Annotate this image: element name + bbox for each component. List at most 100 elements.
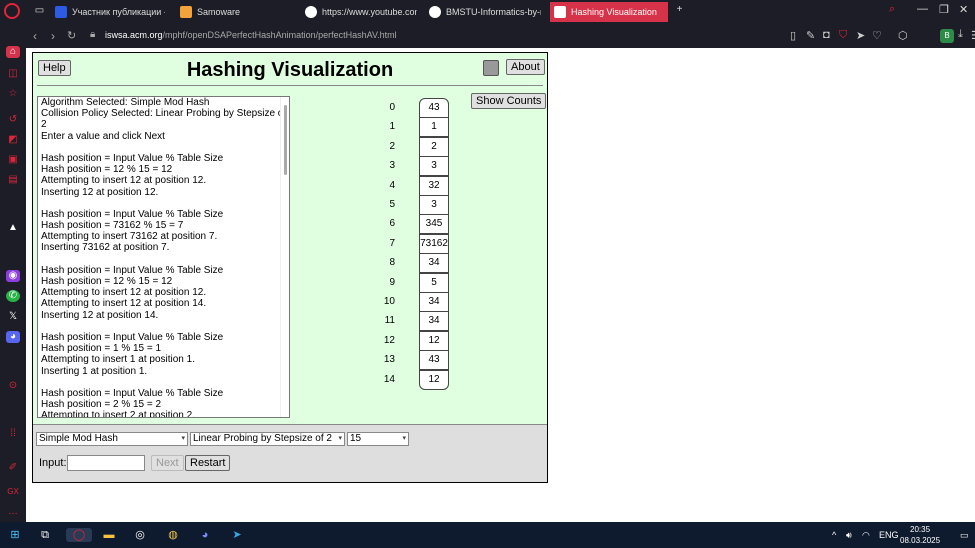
hash-index: 8 <box>389 257 395 269</box>
tab-github[interactable]: BMSTU-Informatics-by-nu <box>429 2 541 22</box>
notification-icon[interactable]: ▭ <box>960 530 969 541</box>
aria-icon[interactable]: ▲ <box>6 222 20 234</box>
discord-icon[interactable]: ◕ <box>6 331 20 343</box>
edit-icon[interactable]: ✎ <box>806 29 815 42</box>
history-icon[interactable]: ↺ <box>6 114 20 126</box>
profile-avatar[interactable]: B <box>940 29 954 43</box>
output-log-text: Algorithm Selected: Simple Mod Hash Colli… <box>41 97 287 417</box>
hash-cell: 73162 <box>419 233 449 254</box>
opera-logo-icon[interactable] <box>4 3 20 19</box>
wifi-icon[interactable]: ◠ <box>862 530 870 541</box>
send-icon[interactable]: ➤ <box>856 29 865 42</box>
log-line: Collision Policy Selected: Linear Probin… <box>41 108 287 120</box>
log-line: Hash position = Input Value % Table Size <box>41 208 224 220</box>
clock-time: 20:35 <box>910 525 931 534</box>
discord-taskbar-icon[interactable]: ◕ <box>198 528 212 542</box>
log-line: Hash position = 2 % 15 = 2 <box>41 399 162 411</box>
output-log[interactable]: Algorithm Selected: Simple Mod Hash Colli… <box>37 96 290 418</box>
next-button[interactable]: Next <box>151 455 184 471</box>
maximize-icon[interactable]: ❐ <box>939 3 949 16</box>
tab-label: BMSTU-Informatics-by-nu <box>446 7 541 17</box>
steam-icon[interactable]: ◎ <box>133 528 147 542</box>
back-icon[interactable]: ‹ <box>33 29 37 43</box>
bag-icon[interactable]: ◩ <box>6 134 20 146</box>
star-icon[interactable]: ☆ <box>6 88 20 100</box>
show-counts-button[interactable]: Show Counts <box>471 93 547 109</box>
google-favicon-icon <box>305 6 317 18</box>
tab-samoware[interactable]: Samoware <box>180 2 280 22</box>
file-explorer-icon[interactable]: ▬ <box>102 528 116 542</box>
hash-function-select[interactable]: Simple Mod Hash ▾ <box>36 432 188 446</box>
gx-icon[interactable]: GX <box>6 486 20 498</box>
hash-cell: 34 <box>419 311 449 332</box>
telegram-icon[interactable]: ➤ <box>230 528 244 542</box>
x-icon[interactable]: 𝕏 <box>6 311 20 323</box>
tab-hashing-visualization[interactable]: Hashing Visualization <box>550 2 668 22</box>
restart-button[interactable]: Restart <box>185 455 231 471</box>
more-icon[interactable]: … <box>6 506 20 518</box>
apps-icon[interactable]: ⁞⁞ <box>6 428 20 440</box>
news-icon[interactable]: ▤ <box>6 174 20 186</box>
shield-icon[interactable]: ⛉ <box>839 29 847 42</box>
download-icon[interactable]: ⤓ <box>958 28 963 41</box>
menu-icon[interactable]: ☰ <box>971 29 975 42</box>
messenger-icon[interactable]: ◉ <box>6 270 20 282</box>
gaming-icon[interactable]: ◫ <box>6 68 20 80</box>
reload-icon[interactable]: ↻ <box>67 29 76 42</box>
language-indicator[interactable]: ENG <box>879 530 899 540</box>
player-icon[interactable]: ⊙ <box>6 380 20 392</box>
log-line: Hash position = Input Value % Table Size <box>41 152 224 164</box>
twitch-icon[interactable]: ▣ <box>6 154 20 166</box>
hash-cell: 34 <box>419 253 449 274</box>
clock[interactable]: 20:35 08.03.2025 <box>900 524 940 546</box>
samoware-favicon-icon <box>180 6 192 18</box>
new-tab-button[interactable]: + <box>673 4 686 16</box>
lock-icon: 🔒︎ <box>90 29 96 40</box>
log-scrollbar[interactable] <box>280 97 289 417</box>
hash-index: 3 <box>389 160 395 172</box>
tab-youtube[interactable]: https://www.youtube.com <box>305 2 417 22</box>
collision-policy-select[interactable]: Linear Probing by Stepsize of 2 ▾ <box>190 432 345 446</box>
forward-icon[interactable]: › <box>51 29 55 43</box>
scrollbar-thumb[interactable] <box>284 105 287 175</box>
settings-square-button[interactable] <box>483 60 499 76</box>
opera-taskbar-icon[interactable]: ◯ <box>66 528 92 542</box>
log-line: Inserting 12 at position 12. <box>41 186 159 198</box>
brush-icon[interactable]: ✐ <box>6 462 20 474</box>
extensions-icon[interactable]: ⬡ <box>898 29 908 42</box>
page-title: Hashing Visualization <box>186 59 394 81</box>
task-view-icon[interactable]: ⧉ <box>38 528 52 542</box>
hash-cell: 3 <box>419 156 449 177</box>
page-favicon-icon <box>554 6 566 18</box>
url-path: /mphf/openDSAPerfectHashAnimation/perfec… <box>162 30 397 40</box>
hash-cell: 34 <box>419 292 449 312</box>
tray-chevron-icon[interactable]: ^ <box>832 530 836 540</box>
close-window-icon[interactable]: ✕ <box>959 3 968 16</box>
log-line: Hash position = 12 % 15 = 12 <box>41 276 173 287</box>
browser-tab-bar: ▭ Участник публикации - Zo Samoware http… <box>0 0 975 24</box>
chevron-down-icon: ▾ <box>338 435 342 442</box>
about-button[interactable]: About <box>506 59 545 75</box>
hash-table-row: 95 <box>389 272 449 293</box>
whatsapp-icon[interactable]: ✆ <box>6 290 20 302</box>
log-line: Hash position = Input Value % Table Size <box>41 331 224 343</box>
home-icon[interactable]: ⌂ <box>6 46 20 58</box>
heart-icon[interactable]: ♡ <box>872 29 882 42</box>
hash-index: 2 <box>389 140 395 152</box>
tab-zoom[interactable]: Участник публикации - Zo <box>55 2 165 22</box>
camera-icon[interactable]: ◘ <box>823 29 830 41</box>
reader-icon[interactable]: ▯ <box>790 29 796 42</box>
url-field[interactable]: iswsa.acm.org/mphf/openDSAPerfectHashAni… <box>105 30 397 40</box>
search-tabs-icon[interactable]: ⌕ <box>889 3 895 16</box>
table-size-select[interactable]: 15 ▾ <box>347 432 409 446</box>
hash-table-row: 8 34 <box>389 253 449 274</box>
minimize-icon[interactable]: — <box>917 3 928 15</box>
tab-islands-icon[interactable]: ▭ <box>33 5 46 17</box>
windows-start-icon[interactable]: ⊞ <box>8 528 22 542</box>
volume-icon[interactable]: 🔊︎ <box>846 530 852 541</box>
hash-index: 10 <box>383 296 395 307</box>
hash-index: 1 <box>389 121 395 133</box>
chrome-icon[interactable]: ◍ <box>166 528 180 542</box>
input-field[interactable] <box>67 455 145 471</box>
